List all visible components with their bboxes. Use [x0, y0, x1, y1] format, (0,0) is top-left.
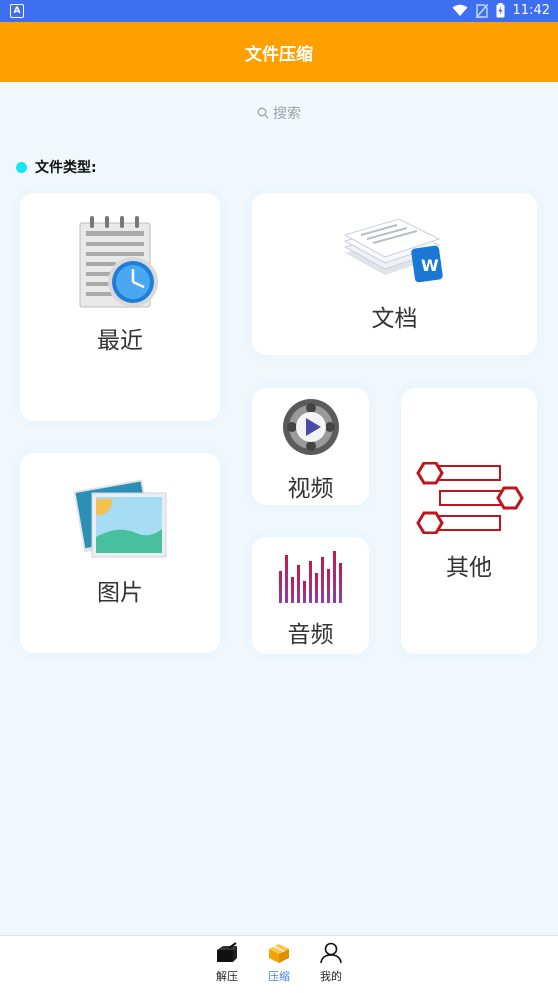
category-label-docs: 文档 — [371, 306, 418, 332]
no-sim-icon — [475, 3, 488, 18]
search-placeholder: 搜索 — [273, 106, 301, 122]
category-card-recent[interactable]: 最近 — [20, 193, 220, 421]
status-bar: A 11:42 — [0, 0, 558, 22]
category-card-docs[interactable]: W 文档 — [252, 193, 537, 355]
svg-text:W: W — [421, 256, 439, 275]
nav-item-mine[interactable]: 我的 — [306, 942, 356, 984]
section-dot-icon — [16, 161, 27, 173]
notepad-clock-icon — [79, 216, 158, 308]
nav-item-compress[interactable]: 压缩 — [254, 942, 304, 984]
status-icons: 11:42 — [452, 3, 550, 18]
notification-a-icon: A — [10, 4, 24, 18]
category-card-other[interactable]: 其他 — [401, 388, 537, 654]
nav-item-unzip[interactable]: 解压 — [202, 942, 252, 984]
section-title: 文件类型: — [35, 160, 97, 176]
category-label-pictures: 图片 — [97, 580, 143, 606]
search-icon — [257, 107, 269, 119]
box-unzip-icon — [217, 942, 237, 962]
category-label-other: 其他 — [446, 555, 492, 581]
film-reel-play-icon — [282, 399, 339, 455]
battery-icon — [496, 3, 505, 18]
box-compress-icon — [269, 944, 289, 963]
nav-label-unzip: 解压 — [216, 970, 238, 983]
category-label-audio: 音频 — [287, 622, 334, 648]
category-label-recent: 最近 — [97, 328, 143, 354]
hexagon-list-icon — [416, 462, 524, 534]
section-header: 文件类型: — [16, 157, 97, 177]
bottom-nav: 解压 压缩 我的 — [0, 935, 558, 993]
category-label-video: 视频 — [287, 476, 334, 502]
nav-label-mine: 我的 — [320, 970, 342, 983]
status-time: 11:42 — [512, 3, 550, 18]
category-card-video[interactable]: 视频 — [252, 388, 369, 505]
app-bar: 文件压缩 — [0, 22, 558, 82]
person-icon — [320, 942, 342, 964]
category-card-pictures[interactable]: 图片 — [20, 453, 220, 653]
search-bar[interactable]: 搜索 — [0, 100, 558, 126]
category-card-audio[interactable]: 音频 — [252, 537, 369, 654]
picture-icon — [73, 479, 167, 558]
page-title: 文件压缩 — [245, 45, 313, 65]
wifi-icon — [452, 4, 468, 16]
audio-equalizer-icon — [278, 551, 342, 603]
document-stack-icon: W — [343, 218, 443, 283]
nav-label-compress: 压缩 — [268, 970, 290, 983]
